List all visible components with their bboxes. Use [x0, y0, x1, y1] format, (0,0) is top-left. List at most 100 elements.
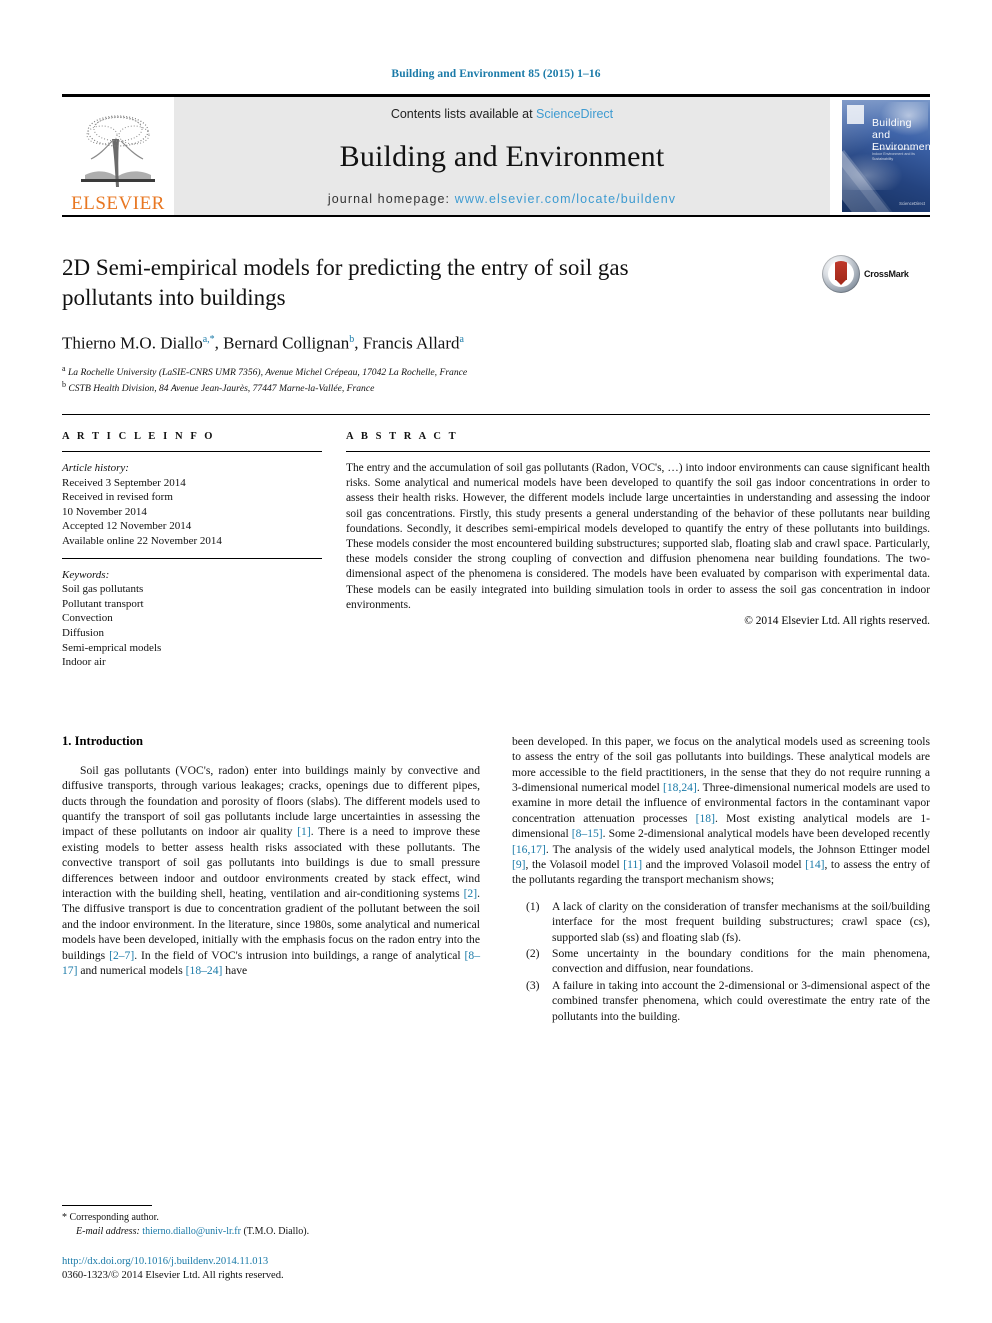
keywords-rule — [62, 557, 322, 559]
email-line: E-mail address: thierno.diallo@univ-lr.f… — [62, 1225, 492, 1239]
article-history-label: Article history: — [62, 462, 129, 475]
abstract-text: The entry and the accumulation of soil g… — [346, 462, 930, 611]
title-section-rule — [62, 414, 930, 416]
keyword-item: Soil gas pollutants — [62, 583, 144, 596]
section-heading-introduction: 1. Introduction — [62, 733, 143, 748]
findings-list: (1) A lack of clarity on the consideratio… — [512, 899, 930, 1024]
list-item-text: A lack of clarity on the consideration o… — [552, 899, 930, 944]
running-head: Building and Environment 85 (2015) 1–16 — [391, 68, 601, 80]
history-item: Available online 22 November 2014 — [62, 535, 222, 547]
body-columns: 1. Introduction Soil gas pollutants (VOC… — [62, 734, 930, 1025]
citation-ref[interactable]: [18,24] — [663, 781, 697, 794]
footnote-rule — [62, 1205, 152, 1206]
corresponding-author-marker: * — [62, 1212, 67, 1223]
citation-ref[interactable]: [14] — [805, 858, 824, 871]
homepage-prefix: journal homepage: — [327, 192, 455, 206]
affiliation-item: a La Rochelle University (LaSIE-CNRS UMR… — [62, 363, 806, 380]
journal-homepage-link[interactable]: www.elsevier.com/locate/buildenv — [455, 192, 676, 206]
intro-paragraph-right: been developed. In this paper, we focus … — [512, 734, 930, 888]
author-marks[interactable]: a,* — [203, 334, 215, 345]
affiliation-item: b CSTB Health Division, 84 Avenue Jean-J… — [62, 379, 806, 396]
author-name: Francis Allard — [362, 333, 460, 353]
history-item: 10 November 2014 — [62, 505, 147, 518]
body-left-column: 1. Introduction Soil gas pollutants (VOC… — [62, 734, 480, 1025]
crossmark-badge[interactable]: CrossMark — [822, 253, 930, 293]
abstract-copyright: © 2014 Elsevier Ltd. All rights reserved… — [744, 615, 930, 628]
affiliation-mark: b — [62, 380, 66, 390]
cover-subtitle: An International Journal of Indoor Envir… — [872, 147, 915, 161]
email-link[interactable]: thierno.diallo@univ-lr.fr — [142, 1226, 241, 1237]
publisher-logo: ELSEVIER — [62, 97, 174, 215]
intro-paragraph-left: Soil gas pollutants (VOC's, radon) enter… — [62, 763, 480, 979]
journal-banner: ELSEVIER Contents lists available at Sci… — [62, 94, 930, 215]
history-item: Received in revised form — [62, 491, 173, 504]
crossmark-label: CrossMark — [864, 269, 909, 279]
intro-text-part: . Some 2-dimensional analytical models h… — [602, 827, 930, 841]
article-info-rule — [62, 451, 322, 453]
journal-homepage-line: journal homepage: www.elsevier.com/locat… — [328, 192, 676, 206]
author-marks[interactable]: a — [460, 334, 464, 345]
intro-text-part: . The analysis of the widely used analyt… — [545, 842, 930, 856]
intro-text-part: have — [222, 964, 248, 978]
abstract-column: A B S T R A C T The entry and the accumu… — [346, 431, 930, 670]
contents-available-line: Contents lists available at ScienceDirec… — [391, 107, 613, 121]
article-history: Article history: Received 3 September 20… — [62, 461, 322, 549]
citation-ref[interactable]: [18] — [696, 812, 715, 825]
paper-page: Building and Environment 85 (2015) 1–16 — [0, 0, 992, 1323]
citation-ref[interactable]: [11] — [623, 858, 642, 871]
title-block: 2D Semi-empirical models for predicting … — [62, 253, 930, 396]
crossmark-bookmark-icon — [835, 261, 847, 285]
keyword-item: Semi-emprical models — [62, 641, 162, 654]
list-item: (1) A lack of clarity on the consideratio… — [526, 899, 930, 945]
elsevier-wordmark: ELSEVIER — [71, 193, 165, 214]
list-item: (3) A failure in taking into account the … — [526, 978, 930, 1024]
author-name: Thierno M.O. Diallo — [62, 333, 203, 353]
abstract-rule — [346, 451, 930, 453]
intro-text-part: and numerical models — [77, 964, 186, 978]
list-item-marker: (3) — [526, 978, 540, 992]
citation-ref[interactable]: [2–7] — [109, 949, 134, 962]
sciencedirect-link[interactable]: ScienceDirect — [536, 107, 613, 121]
list-item-text: A failure in taking into account the 2-d… — [552, 978, 930, 1023]
author-marks[interactable]: b — [349, 334, 354, 345]
author-name: Bernard Collignan — [223, 333, 350, 353]
abstract-heading: A B S T R A C T — [346, 431, 459, 443]
intro-text-part: and the improved Volasoil model — [642, 858, 806, 871]
citation-ref[interactable]: [1] — [297, 825, 311, 838]
keyword-item: Convection — [62, 612, 113, 625]
cover-footer: ScienceDirect — [899, 201, 925, 206]
crossmark-icon[interactable] — [822, 255, 860, 293]
corresponding-author-line: * Corresponding author. — [62, 1211, 492, 1225]
cover-title-line1: Building and — [872, 117, 912, 141]
keywords-label: Keywords: — [62, 568, 110, 581]
affiliation-text: CSTB Health Division, 84 Avenue Jean-Jau… — [68, 383, 375, 395]
page-title: 2D Semi-empirical models for predicting … — [62, 255, 629, 310]
article-info-column: A R T I C L E I N F O Article history: R… — [62, 431, 346, 670]
corresponding-author-label: Corresponding author. — [69, 1212, 159, 1223]
keyword-item: Indoor air — [62, 656, 106, 669]
info-abstract-section: A R T I C L E I N F O Article history: R… — [62, 431, 930, 670]
crossmark-icon-inner — [828, 261, 854, 287]
citation-ref[interactable]: [8–15] — [572, 827, 603, 840]
citation-ref[interactable]: [9] — [512, 858, 526, 871]
doi-link[interactable]: http://dx.doi.org/10.1016/j.buildenv.201… — [62, 1255, 492, 1269]
list-item-marker: (1) — [526, 899, 540, 913]
list-item: (2) Some uncertainty in the boundary cond… — [526, 946, 930, 977]
citation-ref[interactable]: [2] — [464, 887, 478, 900]
affiliation-mark: a — [62, 363, 66, 373]
cover-image: Building and Environment An Internationa… — [842, 100, 930, 212]
keyword-item: Pollutant transport — [62, 597, 144, 610]
body-right-column: been developed. In this paper, we focus … — [512, 734, 930, 1025]
intro-text-part: , the Volasoil model — [525, 858, 624, 871]
list-item-text: Some uncertainty in the boundary conditi… — [552, 947, 930, 976]
cover-elsevier-mark — [847, 105, 864, 124]
citation-ref[interactable]: [16,17] — [512, 843, 546, 856]
contents-prefix: Contents lists available at — [390, 107, 537, 121]
list-item-marker: (2) — [526, 947, 540, 961]
history-item: Received 3 September 2014 — [62, 476, 186, 489]
journal-cover-thumbnail: Building and Environment An Internationa… — [830, 97, 930, 215]
elsevier-tree-icon — [75, 109, 161, 193]
citation-ref[interactable]: [18–24] — [186, 964, 223, 977]
doi-block: http://dx.doi.org/10.1016/j.buildenv.201… — [62, 1255, 492, 1283]
affiliations: a La Rochelle University (LaSIE-CNRS UMR… — [62, 363, 806, 396]
